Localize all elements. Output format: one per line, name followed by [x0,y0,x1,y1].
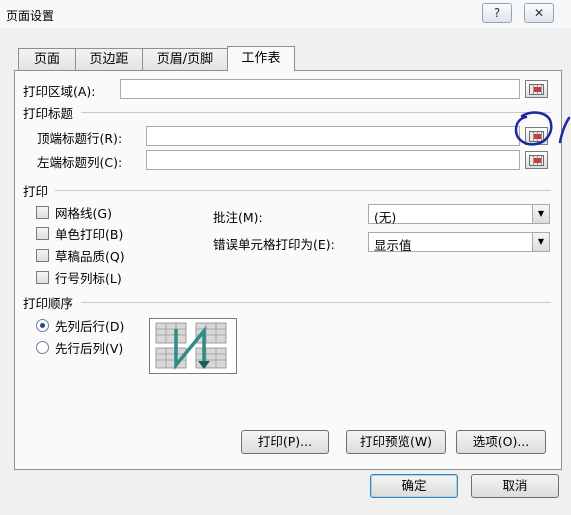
cell-errors-select[interactable]: 显示值 ▼ [368,232,550,253]
page-order-divider [81,302,551,303]
print-divider [55,190,551,191]
options-button[interactable]: 选项(O)... [456,430,546,454]
help-button[interactable]: ? [482,3,512,23]
top-rows-label: 顶端标题行(R): [37,131,123,146]
window-title: 页面设置 [6,9,55,23]
ok-button[interactable]: 确定 [370,474,458,498]
page-order-diagram-icon [149,318,237,374]
chevron-down-icon[interactable]: ▼ [532,205,549,223]
tab-margins[interactable]: 页边距 [75,48,143,70]
title-bar: 页面设置 ? ✕ [0,0,571,28]
print-area-range-select-icon[interactable] [525,80,548,98]
draft-quality-label: 草稿品质(Q) [55,249,125,264]
chevron-down-icon[interactable]: ▼ [532,233,549,251]
print-heading: 打印 [23,184,49,199]
print-button[interactable]: 打印(P)... [241,430,329,454]
tab-page[interactable]: 页面 [18,48,76,70]
close-button[interactable]: ✕ [524,3,554,23]
cell-errors-label: 错误单元格打印为(E): [213,237,335,252]
down-then-over-label: 先列后行(D) [55,319,125,334]
gridlines-checkbox[interactable] [36,206,49,219]
page-order-heading: 打印顺序 [23,296,74,311]
cancel-button[interactable]: 取消 [471,474,559,498]
cell-errors-value: 显示值 [374,238,412,253]
row-col-headings-label: 行号列标(L) [55,271,122,286]
print-titles-divider [81,112,551,113]
print-titles-heading: 打印标题 [23,106,74,121]
left-cols-label: 左端标题列(C): [37,155,123,170]
gridlines-label: 网格线(G) [55,206,112,221]
tab-header-footer[interactable]: 页眉/页脚 [142,48,228,70]
over-then-down-radio[interactable] [36,341,49,354]
over-then-down-label: 先行后列(V) [55,341,124,356]
top-rows-input[interactable] [146,126,520,146]
tab-sheet[interactable]: 工作表 [227,46,295,71]
comments-value: (无) [374,210,397,225]
page-setup-dialog: 页面 页边距 页眉/页脚 工作表 打印区域(A): 打印标题 顶端标题行(R):… [0,28,571,515]
down-then-over-radio[interactable] [36,319,49,332]
left-cols-input[interactable] [146,150,520,170]
hand-drawn-circle-annotation [514,111,571,146]
comments-select[interactable]: (无) ▼ [368,204,550,225]
sheet-tab-panel: 打印区域(A): 打印标题 顶端标题行(R): 左端标题列(C): 打印 网格线… [14,70,562,470]
black-white-label: 单色打印(B) [55,227,124,242]
black-white-checkbox[interactable] [36,227,49,240]
print-preview-button[interactable]: 打印预览(W) [346,430,446,454]
row-col-headings-checkbox[interactable] [36,271,49,284]
draft-quality-checkbox[interactable] [36,249,49,262]
print-area-input[interactable] [120,79,520,99]
comments-label: 批注(M): [213,210,263,225]
print-area-label: 打印区域(A): [23,84,96,99]
